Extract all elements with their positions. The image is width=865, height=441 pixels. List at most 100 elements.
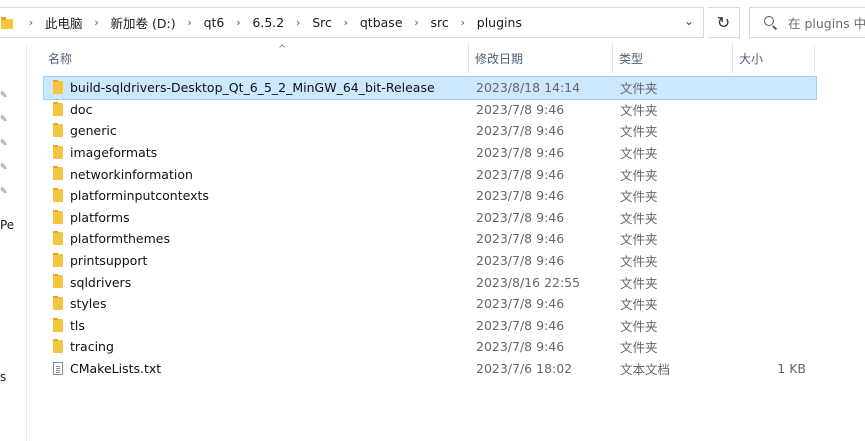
file-type: 文件夹 [620,102,658,118]
column-divider[interactable] [814,44,815,73]
file-date: 2023/7/8 9:46 [476,253,565,269]
address-bar-row: › 此电脑 › 新加卷 (D:) › qt6 › 6.5.2 › Src › q… [0,0,865,46]
file-date: 2023/7/6 18:02 [476,361,573,377]
file-row[interactable]: printsupport 2023/7/8 9:46 文件夹 [44,250,816,272]
file-date: 2023/7/8 9:46 [476,123,565,139]
breadcrumb: › 此电脑 › 新加卷 (D:) › qt6 › 6.5.2 › Src › q… [23,8,528,37]
breadcrumb-item-this-pc[interactable]: 此电脑 [39,13,89,32]
file-name: platformthemes [70,231,171,247]
column-header-date[interactable]: 修改日期 [469,44,612,73]
chevron-right-icon[interactable]: › [230,16,246,29]
file-name: tracing [70,339,114,355]
folder-icon [53,252,63,267]
file-name: tls [70,317,85,333]
navigation-pane[interactable]: ✎ ✎ ✎ ✎ ✎ Pe s [0,46,27,441]
folder-icon [53,187,63,202]
column-header-type[interactable]: 类型 [613,44,732,73]
chevron-right-icon[interactable]: › [338,16,354,29]
pin-icon: ✎ [0,139,8,149]
breadcrumb-item-qt6[interactable]: qt6 [198,15,231,30]
folder-icon [53,295,63,310]
file-type: 文件夹 [620,340,658,356]
address-bar[interactable]: › 此电脑 › 新加卷 (D:) › qt6 › 6.5.2 › Src › q… [0,7,704,38]
folder-icon [53,231,63,246]
file-name: styles [70,296,107,312]
file-type: 文件夹 [620,318,658,334]
breadcrumb-item-6-5-2[interactable]: 6.5.2 [246,15,290,30]
file-row[interactable]: networkinformation 2023/7/8 9:46 文件夹 [44,163,816,185]
breadcrumb-item-drive-d[interactable]: 新加卷 (D:) [105,13,182,32]
folder-icon [1,16,13,29]
file-row[interactable]: generic 2023/7/8 9:46 文件夹 [44,120,816,142]
folder-icon [53,101,63,116]
file-type: 文本文档 [620,362,671,378]
file-date: 2023/7/8 9:46 [476,145,565,161]
search-box[interactable]: 在 plugins 中 [749,7,865,38]
file-type: 文件夹 [620,146,658,162]
file-list: build-sqldrivers-Desktop_Qt_6_5_2_MinGW_… [43,76,817,380]
file-type: 文件夹 [620,232,658,248]
folder-icon [53,80,63,94]
chevron-right-icon[interactable]: › [290,16,306,29]
file-name: imageformats [70,145,158,161]
folder-icon [53,166,63,181]
file-date: 2023/7/8 9:46 [476,339,565,355]
refresh-icon: ↻ [716,13,731,32]
nav-item-fragment[interactable]: Pe [0,218,14,232]
pin-icon: ✎ [0,91,8,101]
file-date: 2023/7/8 9:46 [476,209,565,225]
breadcrumb-item-plugins[interactable]: plugins [471,15,528,30]
file-row[interactable]: platformthemes 2023/7/8 9:46 文件夹 [44,228,816,250]
file-row[interactable]: build-sqldrivers-Desktop_Qt_6_5_2_MinGW_… [43,76,817,100]
text-file-icon [53,361,63,375]
chevron-down-icon[interactable]: ⌄ [681,14,697,32]
file-row[interactable]: tracing 2023/7/8 9:46 文件夹 [44,336,816,358]
file-date: 2023/7/8 9:46 [476,166,565,182]
file-row[interactable]: imageformats 2023/7/8 9:46 文件夹 [44,142,816,164]
folder-icon [53,339,63,354]
breadcrumb-item-qtbase[interactable]: qtbase [354,15,409,30]
nav-item-fragment[interactable]: s [0,370,6,384]
file-date: 2023/7/8 9:46 [476,231,565,247]
file-name: networkinformation [70,166,193,182]
file-date: 2023/7/8 9:46 [476,317,565,333]
file-name: doc [70,101,93,117]
file-row[interactable]: platforminputcontexts 2023/7/8 9:46 文件夹 [44,185,816,207]
chevron-right-icon[interactable]: › [182,16,198,29]
breadcrumb-item-src-2[interactable]: src [425,15,455,30]
chevron-right-icon[interactable]: › [409,16,425,29]
chevron-right-icon[interactable]: › [89,16,105,29]
file-type: 文件夹 [620,124,658,140]
file-name: platforminputcontexts [70,188,209,204]
file-name: build-sqldrivers-Desktop_Qt_6_5_2_MinGW_… [70,80,435,96]
column-header-size[interactable]: 大小 [733,44,815,73]
file-row[interactable]: doc 2023/7/8 9:46 文件夹 [44,99,816,121]
file-type: 文件夹 [620,297,658,313]
file-row[interactable]: tls 2023/7/8 9:46 文件夹 [44,315,816,337]
pin-icon: ✎ [0,187,8,197]
folder-icon [53,209,63,224]
search-placeholder: 在 plugins 中 [788,16,865,31]
refresh-button[interactable]: ↻ [708,7,740,38]
file-date: 2023/7/8 9:46 [476,296,565,312]
pin-icon: ✎ [0,163,8,173]
folder-icon [53,317,63,332]
folder-icon [53,123,63,138]
file-row[interactable]: platforms 2023/7/8 9:46 文件夹 [44,207,816,229]
file-date: 2023/7/8 9:46 [476,188,565,204]
file-type: 文件夹 [620,275,658,291]
chevron-right-icon[interactable]: › [455,16,471,29]
file-date: 2023/8/16 22:55 [476,274,581,290]
file-type: 文件夹 [620,189,658,205]
folder-icon [53,144,63,159]
file-type: 文件夹 [620,254,658,270]
file-size: 1 KB [777,361,806,377]
file-row[interactable]: sqldrivers 2023/8/16 22:55 文件夹 [44,271,816,293]
file-row[interactable]: styles 2023/7/8 9:46 文件夹 [44,293,816,315]
column-header-name[interactable]: 名称 [42,44,468,73]
file-date: 2023/8/18 14:14 [476,80,581,96]
file-type: 文件夹 [620,210,658,226]
breadcrumb-item-src[interactable]: Src [306,15,338,30]
chevron-right-icon[interactable]: › [23,16,39,29]
file-row[interactable]: CMakeLists.txt 2023/7/6 18:02 文本文档 1 KB [44,358,816,380]
